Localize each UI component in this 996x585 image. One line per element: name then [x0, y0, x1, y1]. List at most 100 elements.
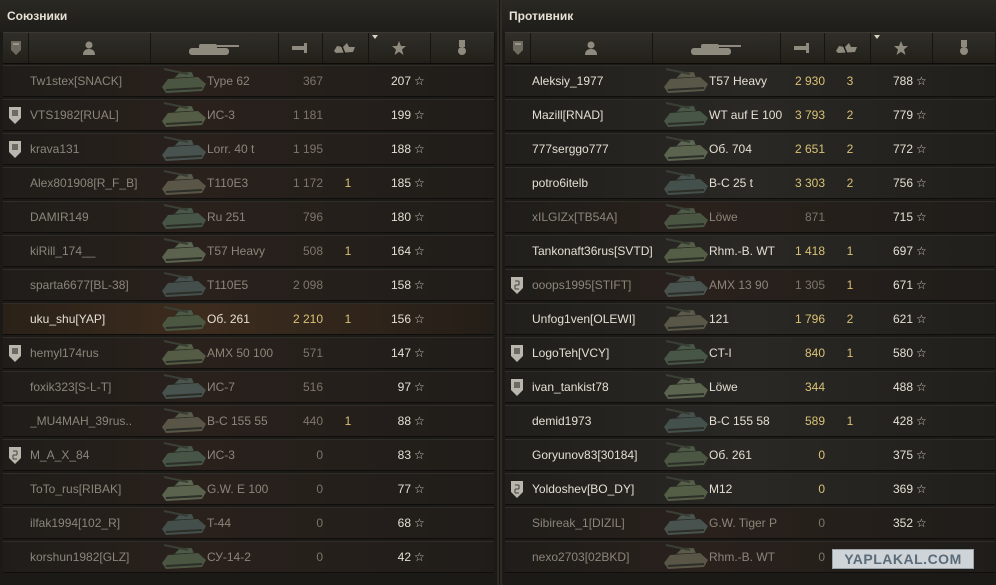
player-row[interactable]: Tankonaft36rus[SVTD] Rhm.-B. WT 1 418 1 697 ☆ [505, 235, 995, 267]
player-name: demid1973 [532, 414, 592, 428]
vehicle-name: G.W. Tiger P [709, 516, 778, 530]
player-row[interactable]: korshun1982[GLZ] СУ-14-2 0 42 ☆ [3, 541, 494, 573]
player-row[interactable]: demid1973 В-С 155 58 589 1 428 ☆ [505, 405, 995, 437]
player-row[interactable]: ooops1995[STIFT] AMX 13 90 1 305 1 671 ☆ [505, 269, 995, 301]
player-row[interactable]: xILGIZx[TB54A] Löwe 871 715 ☆ [505, 201, 995, 233]
xp-star-icon: ☆ [916, 210, 927, 224]
damage-value: 1 172 [292, 176, 323, 190]
xp-column-icon[interactable] [870, 33, 933, 63]
player-row[interactable]: hemyl174rus AMX 50 100 571 147 ☆ [3, 337, 494, 369]
damage-column-icon[interactable] [780, 33, 825, 63]
xp-star-icon: ☆ [414, 346, 425, 360]
player-row[interactable]: sparta6677[BL-38] T110E5 2 098 158 ☆ [3, 269, 494, 301]
xp-star-icon: ☆ [916, 278, 927, 292]
player-row[interactable]: DAMIR149 Ru 251 796 180 ☆ [3, 201, 494, 233]
vehicle-name: T57 Heavy [709, 74, 768, 88]
kills-value: 2 [846, 176, 854, 190]
vehicle-name: ИС-3 [207, 448, 235, 462]
vehicle-name: T57 Heavy [207, 244, 266, 258]
player-name: M_A_X_84 [30, 448, 90, 462]
damage-value: 871 [804, 210, 825, 224]
xp-star-icon: ☆ [916, 312, 927, 326]
medal-column-icon[interactable] [430, 33, 495, 63]
damage-value: 516 [302, 380, 323, 394]
player-name: 777serggo777 [532, 142, 609, 156]
xp-value: 352 [892, 516, 913, 530]
kills-value: 1 [846, 414, 854, 428]
rank-badge-icon [8, 447, 22, 464]
xp-column-icon[interactable] [368, 33, 431, 63]
player-row[interactable]: Unfog1ven[OLEWI] 121 1 796 2 621 ☆ [505, 303, 995, 335]
player-row[interactable]: kiRill_174__ T57 Heavy 508 1 164 ☆ [3, 235, 494, 267]
player-row[interactable]: Mazill[RNAD] WT auf E 100 3 793 2 779 ☆ [505, 99, 995, 131]
player-row[interactable]: krava131 Lorr. 40 t 1 195 188 ☆ [3, 133, 494, 165]
xp-value: 158 [390, 278, 411, 292]
kills-value: 2 [846, 108, 854, 122]
player-name: VTS1982[RUAL] [30, 108, 119, 122]
vehicle-name: Об. 261 [207, 312, 250, 326]
xp-value: 369 [892, 482, 913, 496]
player-column-icon[interactable] [530, 33, 653, 63]
player-row[interactable]: foxik323[S-L-T] ИС-7 516 97 ☆ [3, 371, 494, 403]
vehicle-name: Lorr. 40 t [207, 142, 255, 156]
player-row[interactable]: 777serggo777 Об. 704 2 651 2 772 ☆ [505, 133, 995, 165]
rank-badge-icon [510, 277, 524, 294]
kills-value [341, 134, 355, 165]
kills-column-icon[interactable] [322, 33, 369, 63]
kills-value [341, 270, 355, 301]
squad-column-icon[interactable] [3, 33, 29, 63]
damage-value: 508 [302, 244, 323, 258]
kills-value [341, 66, 355, 97]
damage-value: 0 [818, 482, 825, 496]
kills-value: 1 [344, 244, 352, 258]
xp-value: 147 [390, 346, 411, 360]
player-column-icon[interactable] [28, 33, 151, 63]
xp-star-icon: ☆ [916, 346, 927, 360]
player-row[interactable]: Tw1stex[SNACK] Type 62 367 207 ☆ [3, 65, 494, 97]
xp-star-icon: ☆ [916, 74, 927, 88]
player-name: Aleksiy_1977 [532, 74, 604, 88]
kills-column-icon[interactable] [824, 33, 871, 63]
vehicle-name: AMX 50 100 [207, 346, 274, 360]
player-row[interactable]: LogoTeh[VCY] CT-I 840 1 580 ☆ [505, 337, 995, 369]
player-row[interactable]: VTS1982[RUAL] ИС-3 1 181 199 ☆ [3, 99, 494, 131]
player-name: nexo2703[02BKD] [532, 550, 630, 564]
player-name: DAMIR149 [30, 210, 89, 224]
squad-column-icon[interactable] [505, 33, 531, 63]
vehicle-name: В-С 155 55 [207, 414, 268, 428]
damage-value: 0 [818, 550, 825, 564]
player-row[interactable]: _MU4MAH_39rus.. В-С 155 55 440 1 88 ☆ [3, 405, 494, 437]
damage-value: 367 [302, 74, 323, 88]
player-row[interactable]: ilfak1994[102_R] T-44 0 68 ☆ [3, 507, 494, 539]
xp-star-icon: ☆ [916, 176, 927, 190]
xp-star-icon: ☆ [916, 482, 927, 496]
kills-value: 2 [846, 312, 854, 326]
vehicle-column-icon[interactable] [652, 33, 781, 63]
player-row[interactable]: Goryunov83[30184] Об. 261 0 375 ☆ [505, 439, 995, 471]
player-row[interactable]: Aleksiy_1977 T57 Heavy 2 930 3 788 ☆ [505, 65, 995, 97]
player-name: potro6itelb [532, 176, 589, 190]
xp-value: 199 [390, 108, 411, 122]
player-row[interactable]: potro6itelb В-С 25 t 3 303 2 756 ☆ [505, 167, 995, 199]
player-row[interactable]: M_A_X_84 ИС-3 0 83 ☆ [3, 439, 494, 471]
player-row[interactable]: Yoldoshev[BO_DY] M12 0 369 ☆ [505, 473, 995, 505]
xp-value: 580 [892, 346, 913, 360]
player-row[interactable]: Alex801908[R_F_B] T110E3 1 172 1 185 ☆ [3, 167, 494, 199]
damage-value: 0 [818, 516, 825, 530]
xp-value: 788 [892, 74, 913, 88]
player-name: foxik323[S-L-T] [30, 380, 112, 394]
medal-column-icon[interactable] [932, 33, 996, 63]
vehicle-name: Об. 704 [709, 142, 752, 156]
xp-star-icon: ☆ [414, 210, 425, 224]
damage-value: 3 793 [794, 108, 825, 122]
xp-value: 97 [397, 380, 411, 394]
vehicle-name: Löwe [709, 380, 738, 394]
player-row[interactable]: ToTo_rus[RIBAK] G.W. E 100 0 77 ☆ [3, 473, 494, 505]
rank-badge-icon [8, 141, 22, 158]
vehicle-name: G.W. E 100 [207, 482, 269, 496]
vehicle-column-icon[interactable] [150, 33, 279, 63]
player-row[interactable]: ivan_tankist78 Löwe 344 488 ☆ [505, 371, 995, 403]
damage-column-icon[interactable] [278, 33, 323, 63]
player-row[interactable]: Sibireak_1[DIZIL] G.W. Tiger P 0 352 ☆ [505, 507, 995, 539]
player-row[interactable]: uku_shu[YAP] Об. 261 2 210 1 156 ☆ [3, 303, 494, 335]
